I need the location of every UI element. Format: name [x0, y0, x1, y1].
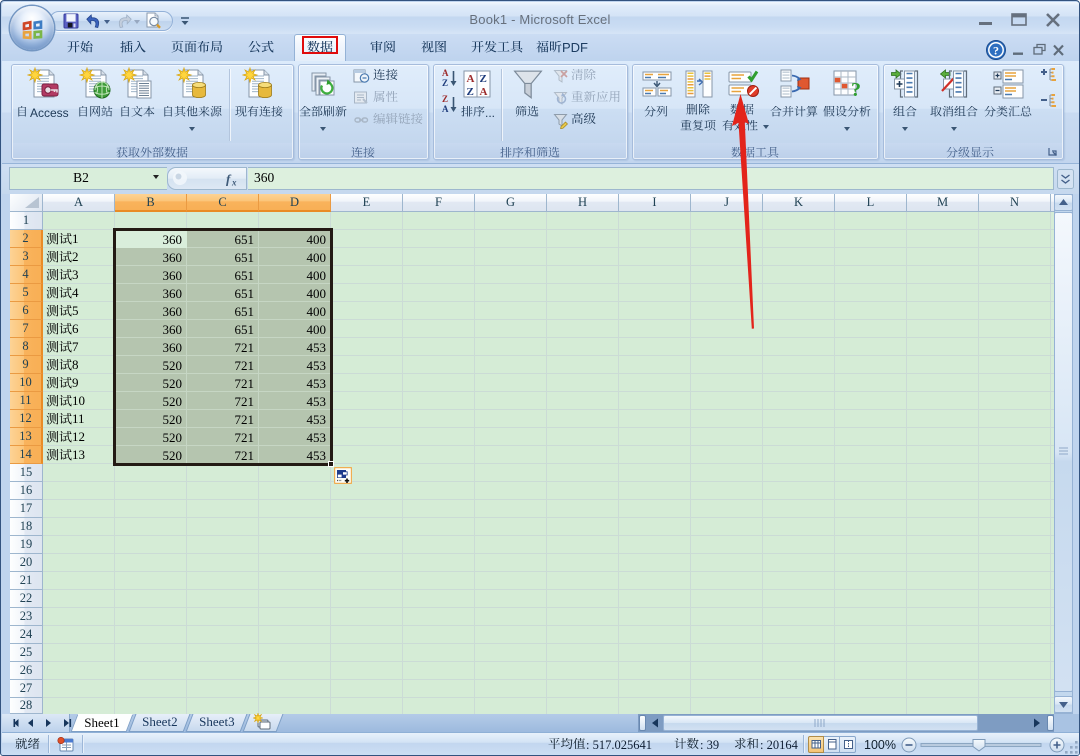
svg-text:Z: Z [480, 73, 487, 85]
svg-text:A: A [442, 68, 449, 78]
svg-text:x: x [231, 178, 237, 188]
svg-text:Z: Z [467, 86, 474, 98]
svg-text:?: ? [993, 44, 999, 58]
svg-text:?: ? [851, 79, 861, 101]
svg-text:A: A [480, 86, 488, 98]
svg-text:A: A [467, 73, 475, 85]
svg-text:Z: Z [442, 94, 448, 104]
svg-text:A: A [442, 104, 449, 114]
svg-text:Z: Z [442, 78, 448, 88]
